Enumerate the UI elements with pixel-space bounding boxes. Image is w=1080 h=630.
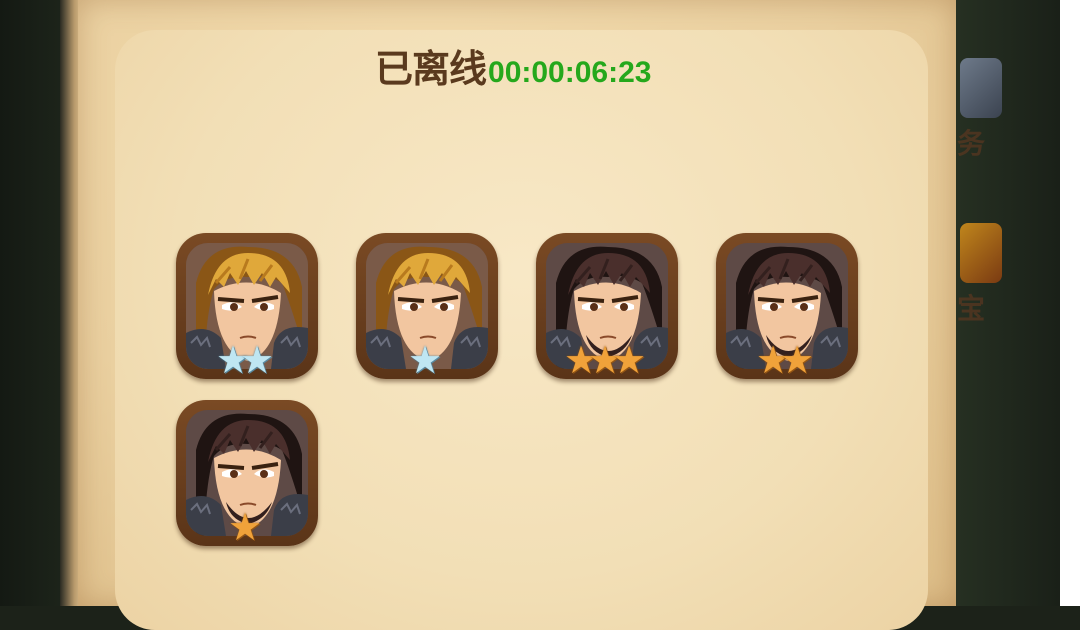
treasure-icon	[960, 223, 1002, 283]
side-button-task[interactable]: 务	[955, 40, 1005, 160]
star-rating: ★ ★ ★	[536, 338, 678, 382]
star-rating: ★	[356, 338, 498, 382]
star-rating: ★	[176, 505, 318, 549]
side-button-treasure[interactable]: 宝	[955, 205, 1005, 325]
offline-timer: 00:00:06:23	[488, 56, 652, 89]
side-button-treasure-label: 宝	[957, 292, 986, 325]
hero-card[interactable]: ★ ★	[176, 233, 318, 379]
star-rating: ★ ★	[716, 338, 858, 382]
gold-star-icon: ★	[228, 505, 263, 549]
hero-card[interactable]: ★ ★	[716, 233, 858, 379]
offline-label: 已离线	[375, 47, 487, 91]
task-icon	[960, 58, 1002, 118]
gold-star-icon: ★	[612, 338, 647, 382]
hero-card[interactable]: ★ ★ ★	[536, 233, 678, 379]
silver-star-icon: ★	[240, 338, 275, 382]
silver-star-icon: ★	[408, 338, 443, 382]
side-button-task-label: 务	[957, 127, 986, 160]
star-rating: ★ ★	[176, 338, 318, 382]
offline-header: 已离线 00:00:06:23	[375, 38, 651, 91]
hero-card[interactable]: ★	[356, 233, 498, 379]
screen-edge	[1060, 0, 1080, 606]
gold-star-icon: ★	[780, 338, 815, 382]
hero-card[interactable]: ★	[176, 400, 318, 546]
